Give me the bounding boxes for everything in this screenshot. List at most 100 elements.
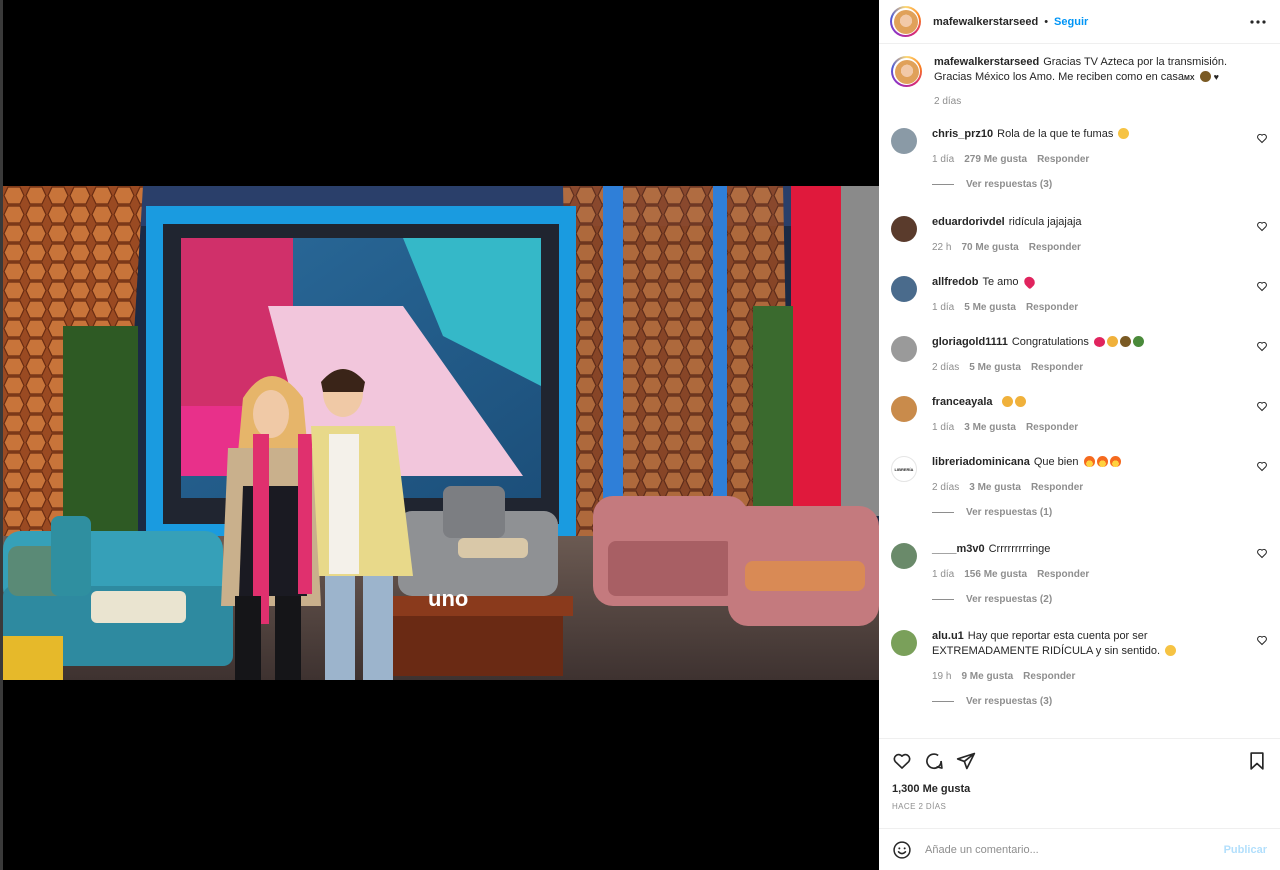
unamused-emoji-icon: [1165, 645, 1177, 656]
caption-username[interactable]: mafewalkerstarseed: [934, 56, 1039, 68]
comment-time[interactable]: 1 día: [932, 154, 954, 165]
comment-time[interactable]: 1 día: [932, 302, 954, 313]
commenter-avatar[interactable]: [891, 630, 917, 656]
comment-username[interactable]: chris_prz10: [932, 128, 993, 140]
header-separator: •: [1044, 15, 1049, 28]
reply-button[interactable]: Responder: [1031, 482, 1083, 493]
red-heart-emoji-icon: [1021, 274, 1037, 290]
comment-like-heart-icon[interactable]: [1256, 633, 1268, 646]
author-username[interactable]: mafewalkerstarseed: [933, 16, 1038, 28]
comment-like-heart-icon[interactable]: [1256, 219, 1268, 232]
comment-username[interactable]: ____m3v0: [932, 543, 985, 555]
comment-likes[interactable]: 3 Me gusta: [969, 482, 1021, 493]
comment-username[interactable]: eduardorivdel: [932, 216, 1005, 228]
reply-button[interactable]: Responder: [1037, 154, 1089, 165]
comment-item: LIBRERÍA libreriadominicana Que bien 2 dí…: [891, 455, 1268, 518]
comment-item: allfredob Te amo 1 día 5 Me gusta Respond…: [891, 274, 1268, 335]
comment-item: gloriagold1111 Congratulations 2 días 5 M…: [891, 335, 1268, 395]
share-icon[interactable]: [956, 751, 976, 771]
comment-composer: Publicar: [879, 828, 1280, 870]
reply-button[interactable]: Responder: [1026, 422, 1078, 433]
reply-button[interactable]: Responder: [1023, 671, 1075, 682]
comment-text: libreriadominicana Que bien: [932, 455, 1252, 470]
fire-emoji-icon: [1083, 456, 1095, 467]
comment-likes[interactable]: 9 Me gusta: [961, 671, 1013, 682]
comment-text: franceayala: [932, 395, 1252, 410]
comment-likes[interactable]: 5 Me gusta: [964, 302, 1016, 313]
reply-button[interactable]: Responder: [1029, 242, 1081, 253]
caption-line-2: Gracias México los Amo. Me reciben como …: [934, 71, 1185, 83]
author-avatar[interactable]: [890, 6, 921, 37]
commenter-avatar[interactable]: LIBRERÍA: [891, 456, 917, 482]
commenter-avatar[interactable]: [891, 336, 917, 362]
comment-username[interactable]: franceayala: [932, 396, 993, 408]
comment-time[interactable]: 2 días: [932, 362, 959, 373]
view-replies-button[interactable]: Ver respuestas (3): [932, 696, 1252, 707]
fire-emoji-icon: [1109, 456, 1121, 467]
commenter-avatar[interactable]: [891, 276, 917, 302]
emoji-picker-icon[interactable]: [892, 840, 912, 860]
comment-item: alu.u1 Hay que reportar esta cuenta por s…: [891, 629, 1268, 738]
comment-like-heart-icon[interactable]: [1256, 339, 1268, 352]
commenter-avatar[interactable]: [891, 216, 917, 242]
comment-time[interactable]: 1 día: [932, 569, 954, 580]
comment-username[interactable]: allfredob: [932, 276, 978, 288]
post-header: mafewalkerstarseed • Seguir: [879, 0, 1280, 44]
laughing-emoji-icon: [1118, 128, 1130, 139]
comment-meta: 19 h 9 Me gusta Responder: [932, 671, 1252, 682]
bottle-emoji-icon: [1132, 336, 1144, 347]
comment-item: eduardorivdel ridícula jajajaja 22 h 70 M…: [891, 215, 1268, 275]
caption-avatar[interactable]: [891, 56, 922, 87]
view-replies-button[interactable]: Ver respuestas (1): [932, 507, 1252, 518]
comment-input[interactable]: [925, 843, 1224, 856]
media-viewer: uno: [0, 0, 879, 870]
publish-button[interactable]: Publicar: [1224, 844, 1267, 856]
post-sidebar: mafewalkerstarseed • Seguir mafewalkerst…: [879, 0, 1280, 870]
comment-text: eduardorivdel ridícula jajajaja: [932, 216, 1082, 228]
comment-time[interactable]: 2 días: [932, 482, 959, 493]
comment-like-heart-icon[interactable]: [1256, 399, 1268, 412]
comment-meta: 1 día 5 Me gusta Responder: [932, 302, 1252, 313]
comment-like-heart-icon[interactable]: [1256, 459, 1268, 472]
comment-likes[interactable]: 156 Me gusta: [964, 569, 1027, 580]
comment-text: gloriagold1111 Congratulations: [932, 335, 1252, 350]
comment-like-heart-icon[interactable]: [1256, 279, 1268, 292]
studio-logo-text: uno: [428, 586, 468, 611]
post-timestamp: HACE 2 DÍAS: [892, 802, 947, 811]
post-photo[interactable]: uno: [3, 186, 879, 680]
clap-emoji-icon: [1001, 396, 1013, 407]
avatar-image: [894, 59, 919, 84]
comment-likes[interactable]: 70 Me gusta: [961, 242, 1018, 253]
comments-list[interactable]: mafewalkerstarseed Gracias TV Azteca por …: [879, 45, 1280, 738]
post-caption: mafewalkerstarseed Gracias TV Azteca por …: [891, 45, 1268, 127]
comment-likes[interactable]: 279 Me gusta: [964, 154, 1027, 165]
comment-icon[interactable]: [924, 751, 944, 771]
follow-button[interactable]: Seguir: [1054, 16, 1088, 28]
reply-button[interactable]: Responder: [1026, 302, 1078, 313]
bookmark-icon[interactable]: [1247, 751, 1267, 771]
comment-time[interactable]: 22 h: [932, 242, 951, 253]
comment-like-heart-icon[interactable]: [1256, 131, 1268, 144]
more-options-icon[interactable]: [1248, 12, 1268, 32]
likes-count[interactable]: 1,300 Me gusta: [892, 783, 1267, 795]
commenter-avatar[interactable]: [891, 128, 917, 154]
comment-username[interactable]: gloriagold1111: [932, 336, 1008, 348]
clap-emoji-icon: [1014, 396, 1026, 407]
comment-text: allfredob Te amo: [932, 274, 1252, 290]
comment-like-heart-icon[interactable]: [1256, 546, 1268, 559]
comment-text: chris_prz10 Rola de la que te fumas: [932, 127, 1252, 142]
comment-username[interactable]: alu.u1: [932, 630, 964, 642]
reply-button[interactable]: Responder: [1037, 569, 1089, 580]
heart-icon[interactable]: [892, 751, 912, 771]
commenter-avatar[interactable]: [891, 396, 917, 422]
comment-time[interactable]: 1 día: [932, 422, 954, 433]
comment-likes[interactable]: 3 Me gusta: [964, 422, 1016, 433]
commenter-avatar[interactable]: [891, 543, 917, 569]
comment-time[interactable]: 19 h: [932, 671, 951, 682]
view-replies-button[interactable]: Ver respuestas (3): [932, 179, 1252, 190]
reply-button[interactable]: Responder: [1031, 362, 1083, 373]
caption-text: mafewalkerstarseed Gracias TV Azteca por …: [934, 55, 1234, 86]
view-replies-button[interactable]: Ver respuestas (2): [932, 594, 1252, 605]
comment-likes[interactable]: 5 Me gusta: [969, 362, 1021, 373]
comment-username[interactable]: libreriadominicana: [932, 456, 1030, 468]
